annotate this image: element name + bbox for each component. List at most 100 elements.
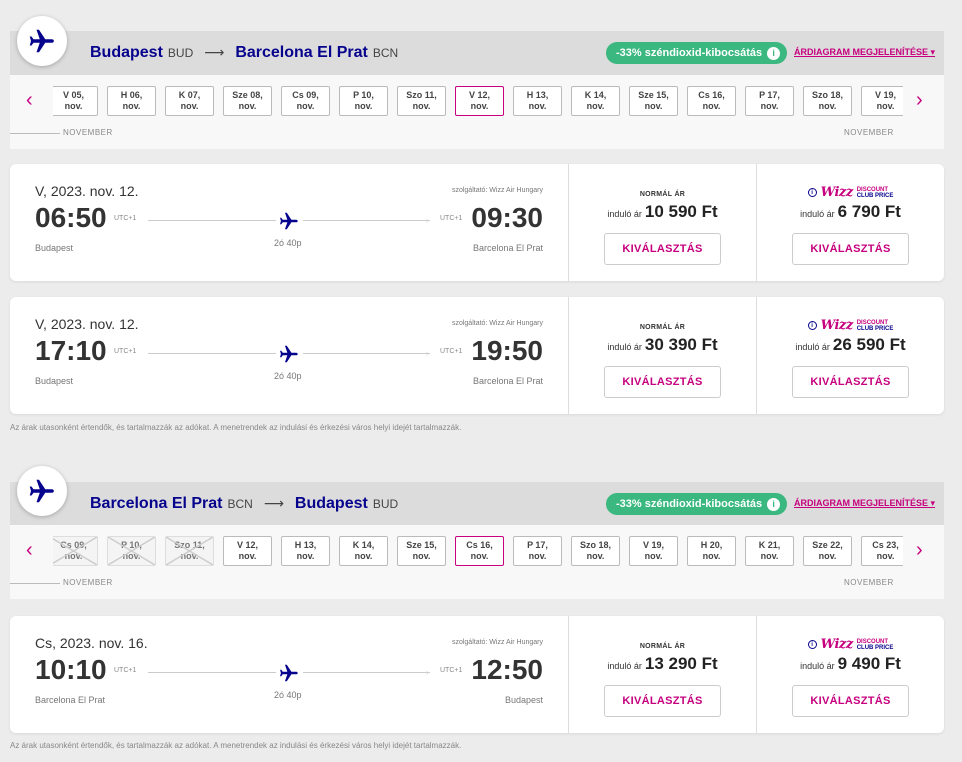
- info-icon: i: [767, 46, 781, 60]
- from-label: induló ár: [800, 661, 835, 671]
- date-cell-selected[interactable]: Cs 16, nov.: [455, 536, 504, 566]
- date-cell[interactable]: V 12, nov.: [223, 536, 272, 566]
- next-dates-chevron-icon[interactable]: ›: [916, 89, 923, 112]
- date-cell[interactable]: K 14, nov.: [339, 536, 388, 566]
- inbound-route-title: Barcelona El Prat BCN ⟶ Budapest BUD: [90, 495, 398, 513]
- arrival-city: Barcelona El Prat: [472, 243, 543, 253]
- arrival-utc: UTC+1: [440, 667, 463, 674]
- flight-operator: szolgáltató: Wizz Air Hungary: [451, 187, 543, 194]
- normal-price: 30 390 Ft: [644, 335, 718, 354]
- route-arrow-icon: ⟶: [263, 495, 284, 511]
- airplane-icon: [278, 210, 300, 232]
- airplane-icon: [278, 343, 300, 365]
- date-cell[interactable]: Cs 09, nov.: [281, 86, 330, 116]
- co2-badge[interactable]: -33% széndioxid-kibocsátás i: [606, 42, 788, 64]
- select-normal-button[interactable]: KIVÁLASZTÁS: [604, 366, 721, 398]
- month-divider: [10, 133, 60, 134]
- date-cell[interactable]: P 10, nov.: [339, 86, 388, 116]
- airplane-icon: [278, 662, 300, 684]
- price-chart-link[interactable]: ÁRDIAGRAM MEGJELENÍTÉSE ▾: [794, 47, 935, 58]
- co2-badge[interactable]: -33% széndioxid-kibocsátás i: [606, 493, 788, 515]
- select-club-button[interactable]: KIVÁLASZTÁS: [792, 685, 909, 717]
- origin-code: BUD: [167, 46, 194, 60]
- route-line: [148, 353, 276, 354]
- departure-utc: UTC+1: [114, 667, 137, 674]
- from-label: induló ár: [607, 209, 642, 219]
- prev-dates-chevron-icon[interactable]: ‹: [26, 539, 33, 562]
- flight-card: V, 2023. nov. 12. szolgáltató: Wizz Air …: [10, 297, 944, 414]
- origin-code: BCN: [227, 497, 253, 511]
- date-cell[interactable]: Szo 11, nov.: [397, 86, 446, 116]
- price-disclaimer: Az árak utasonként értendők, és tartalma…: [10, 741, 462, 750]
- prev-dates-chevron-icon[interactable]: ‹: [26, 89, 33, 112]
- club-fare: i Wizz DISCOUNT CLUB PRICE induló ár 6 790…: [756, 164, 944, 281]
- date-cell[interactable]: H 20, nov.: [687, 536, 736, 566]
- from-label: induló ár: [795, 342, 830, 352]
- select-normal-button[interactable]: KIVÁLASZTÁS: [604, 685, 721, 717]
- info-icon[interactable]: i: [807, 188, 817, 197]
- discount-club-logo: i Wizz DISCOUNT CLUB PRICE: [757, 318, 944, 333]
- price-chart-link[interactable]: ÁRDIAGRAM MEGJELENÍTÉSE ▾: [794, 498, 935, 509]
- date-cell[interactable]: H 06, nov.: [107, 86, 156, 116]
- club-label-line2: CLUB PRICE: [856, 192, 894, 199]
- airplane-icon: [17, 466, 67, 516]
- date-cell[interactable]: K 07, nov.: [165, 86, 214, 116]
- date-cell[interactable]: Cs 16, nov.: [687, 86, 736, 116]
- flight-card: V, 2023. nov. 12. szolgáltató: Wizz Air …: [10, 164, 944, 281]
- date-cell[interactable]: Szo 18, nov.: [803, 86, 852, 116]
- date-cell[interactable]: P 17, nov.: [745, 86, 794, 116]
- date-cell-selected[interactable]: V 12, nov.: [455, 86, 504, 116]
- normal-price: 10 590 Ft: [644, 202, 718, 221]
- departure-time: 17:10: [35, 335, 107, 366]
- price-chart-link-label: ÁRDIAGRAM MEGJELENÍTÉSE: [794, 498, 929, 508]
- route-arrow-icon: ›: [426, 349, 429, 358]
- normal-fare-label: NORMÁL ÁR: [639, 643, 686, 650]
- select-club-button[interactable]: KIVÁLASZTÁS: [792, 233, 909, 265]
- dest-city: Barcelona El Prat: [235, 44, 368, 61]
- wizz-logo: Wizz: [820, 318, 854, 333]
- departure-city: Budapest: [35, 376, 74, 386]
- from-label: induló ár: [800, 209, 835, 219]
- airplane-icon: [17, 16, 67, 66]
- normal-fare: NORMÁL ÁR induló ár 10 590 Ft KIVÁLASZTÁS: [568, 164, 756, 281]
- arrival-time: 09:30: [471, 202, 543, 233]
- date-cell[interactable]: P 17, nov.: [513, 536, 562, 566]
- flight-date: V, 2023. nov. 12.: [35, 316, 139, 332]
- price-disclaimer: Az árak utasonként értendők, és tartalma…: [10, 423, 462, 432]
- info-icon[interactable]: i: [807, 640, 817, 649]
- date-cell[interactable]: V 05, nov.: [53, 86, 98, 116]
- month-divider: [10, 583, 60, 584]
- date-cell[interactable]: Sze 15, nov.: [629, 86, 678, 116]
- departure-time: 06:50: [35, 202, 107, 233]
- wizz-logo: Wizz: [820, 637, 854, 652]
- date-cell[interactable]: Sze 22, nov.: [803, 536, 852, 566]
- date-cell[interactable]: K 21, nov.: [745, 536, 794, 566]
- date-cell[interactable]: V 19, nov.: [861, 86, 903, 116]
- date-cell[interactable]: Sze 15, nov.: [397, 536, 446, 566]
- origin-city: Barcelona El Prat: [90, 495, 223, 512]
- date-cell[interactable]: H 13, nov.: [281, 536, 330, 566]
- dest-code: BCN: [372, 46, 399, 60]
- origin-city: Budapest: [90, 44, 163, 61]
- next-dates-chevron-icon[interactable]: ›: [916, 539, 923, 562]
- date-cell[interactable]: Cs 23, nov.: [861, 536, 903, 566]
- select-club-button[interactable]: KIVÁLASZTÁS: [792, 366, 909, 398]
- date-cell[interactable]: K 14, nov.: [571, 86, 620, 116]
- club-label-line2: CLUB PRICE: [856, 644, 894, 651]
- departure-city: Barcelona El Prat: [35, 695, 106, 705]
- flight-operator: szolgáltató: Wizz Air Hungary: [451, 320, 543, 327]
- date-cell[interactable]: V 19, nov.: [629, 536, 678, 566]
- departure-city: Budapest: [35, 243, 74, 253]
- dest-code: BUD: [372, 497, 399, 511]
- date-cell[interactable]: Sze 08, nov.: [223, 86, 272, 116]
- discount-club-logo: i Wizz DISCOUNT CLUB PRICE: [757, 185, 944, 200]
- flight-duration: 2ó 40p: [274, 690, 302, 700]
- date-cell[interactable]: Szo 18, nov.: [571, 536, 620, 566]
- select-normal-button[interactable]: KIVÁLASZTÁS: [604, 233, 721, 265]
- route-line: [148, 220, 276, 221]
- inbound-route-header: Barcelona El Prat BCN ⟶ Budapest BUD -33…: [10, 482, 944, 526]
- info-icon[interactable]: i: [807, 321, 817, 330]
- date-cell-disabled: Szo 11, nov.: [165, 536, 214, 566]
- club-price: 9 490 Ft: [837, 654, 901, 673]
- date-cell[interactable]: H 13, nov.: [513, 86, 562, 116]
